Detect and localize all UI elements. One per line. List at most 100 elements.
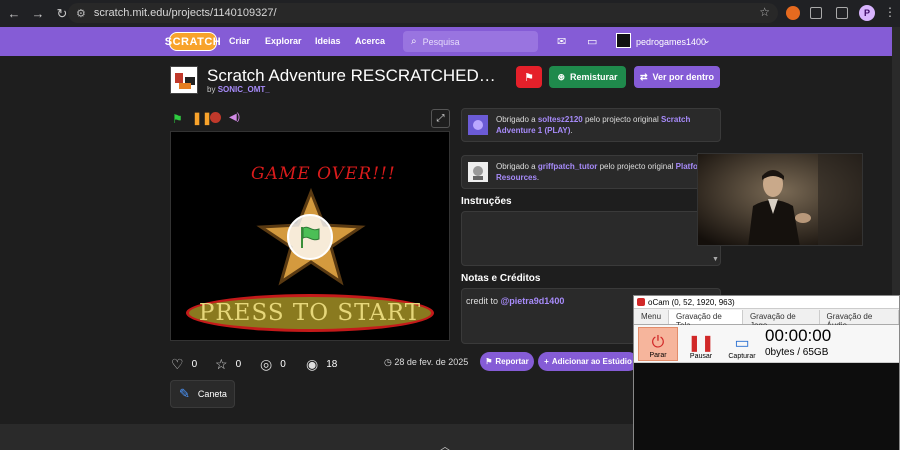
profile-avatar[interactable]: P — [859, 5, 875, 21]
site-info-icon[interactable]: ⚙ — [76, 7, 86, 20]
ocam-logo-icon — [637, 298, 645, 306]
remixes-count: 0 — [280, 359, 286, 370]
nav-explore[interactable]: Explorar — [265, 36, 302, 46]
search-input[interactable] — [422, 36, 523, 47]
url-text: scratch.mit.edu/projects/1140109327/ — [93, 7, 277, 19]
start-flag-overlay[interactable] — [287, 214, 333, 260]
see-inside-icon: ⇄ — [639, 71, 648, 82]
video-frame — [698, 154, 862, 245]
nav-create[interactable]: Criar — [229, 36, 250, 46]
green-flag-big-icon — [301, 226, 320, 248]
eye-icon: ◉ — [306, 356, 319, 372]
monitor-capture-icon: ▭ — [734, 335, 750, 352]
credit-item: Obrigado a soltesz2120 pelo projecto ori… — [461, 108, 721, 142]
ocam-timer: 00:00:00 — [765, 326, 832, 345]
browser-toolbar: ← → ↻ ⚙ scratch.mit.edu/projects/1140109… — [0, 0, 900, 27]
scratch-logo[interactable]: SCRATCH — [165, 32, 221, 51]
ocam-tab-game[interactable]: Gravação de Jogo — [743, 310, 820, 330]
ocam-titlebar[interactable]: oCam (0, 52, 1920, 963) — [634, 296, 899, 309]
credit-text: Obrigado a soltesz2120 pelo projecto ori… — [496, 114, 720, 136]
ocam-pause-button[interactable]: ❚❚ Pausar — [681, 327, 721, 361]
report-icon: ⚑ — [485, 357, 493, 366]
heart-icon: ♡ — [171, 356, 184, 372]
notes-text: credit to @pietra9d1400 — [466, 296, 564, 306]
scroll-down-icon[interactable]: ▼ — [712, 256, 719, 263]
instructions-title: Instruções — [461, 196, 512, 207]
fullscreen-icon[interactable]: ⤢ — [431, 109, 450, 128]
ocam-tab-menu[interactable]: Menu — [634, 310, 670, 324]
credit-middle: pelo projecto original — [597, 162, 676, 171]
project-title: Scratch Adventure RESCRATCHED… — [207, 66, 496, 85]
credit-user-link[interactable]: soltesz2120 — [538, 115, 583, 124]
extension-icon[interactable] — [786, 6, 800, 20]
author-link[interactable]: SONIC_OMT_ — [218, 85, 270, 94]
add-to-studio-button[interactable]: + Adicionar ao Estúdio — [538, 352, 638, 371]
remix-spiral-icon: ◎ — [260, 356, 273, 372]
author-avatar[interactable] — [170, 66, 198, 94]
ocam-pause-label: Pausar — [689, 353, 713, 360]
pause-record-icon: ❚❚ — [687, 335, 715, 352]
see-inside-label: Ver por dentro — [652, 72, 715, 82]
nav-ideas[interactable]: Ideias — [315, 36, 341, 46]
ocam-capture-button[interactable]: ▭ Capturar — [722, 327, 762, 361]
credit-text: Obrigado a griffpatch_tutor pelo project… — [496, 161, 720, 183]
search-box[interactable]: ⌕ — [403, 31, 538, 52]
star-icon: ☆ — [215, 356, 228, 372]
project-stage[interactable]: GAME OVER!!! PRESS TO START — [170, 131, 450, 341]
report-flag-button[interactable]: ⚑ — [516, 66, 542, 88]
my-stuff-folder-icon[interactable]: ▭ — [587, 35, 597, 48]
credit-user-link[interactable]: griffpatch_tutor — [538, 162, 598, 171]
messages-icon[interactable]: ✉ — [557, 35, 566, 48]
credit-item: Obrigado a griffpatch_tutor pelo project… — [461, 155, 721, 189]
press-to-start-text: PRESS TO START — [186, 294, 434, 332]
ocam-capture-label: Capturar — [728, 353, 756, 360]
remix-icon: ⊛ — [557, 71, 565, 82]
chevron-down-icon[interactable]: ⌄ — [703, 35, 711, 46]
ocam-controls: ⏻ Parar ❚❚ Pausar ▭ Capturar 00:00:00 0b… — [634, 325, 899, 363]
report-label: Reportar — [495, 357, 529, 366]
game-over-text: GAME OVER!!! — [251, 164, 396, 184]
extensions-puzzle-icon[interactable] — [810, 7, 822, 19]
user-avatar[interactable] — [616, 33, 631, 48]
nav-about[interactable]: Acerca — [355, 36, 385, 46]
ocam-stop-button[interactable]: ⏻ Parar — [638, 327, 678, 361]
ocam-preview-area — [634, 363, 899, 450]
loves-stat[interactable]: ♡ 0 — [171, 356, 197, 373]
username[interactable]: pedrogames1400 — [636, 37, 706, 47]
bookmark-star-icon[interactable]: ☆ — [759, 5, 770, 19]
ocam-tabs: Menu Gravação de Tela Gravação de Jogo G… — [634, 310, 899, 330]
ocam-tab-screen[interactable]: Gravação de Tela — [669, 310, 743, 330]
credit-prefix: Obrigado a — [496, 115, 538, 124]
sidebar-icon[interactable] — [836, 7, 848, 19]
address-bar[interactable]: ⚙ scratch.mit.edu/projects/1140109327/ ☆ — [68, 3, 778, 23]
plus-icon: + — [544, 357, 549, 366]
date-text: 28 de fev. de 2025 — [394, 357, 469, 367]
green-flag-icon[interactable]: ⚑ — [172, 112, 183, 126]
search-icon: ⌕ — [411, 36, 417, 47]
credit-middle: pelo projecto original — [582, 115, 662, 124]
stop-icon[interactable] — [210, 112, 221, 123]
see-inside-button[interactable]: ⇄ Ver por dentro — [634, 66, 720, 88]
chevron-up-icon[interactable]: ︿ — [440, 438, 450, 450]
share-date: ◷ 28 de fev. de 2025 — [384, 357, 468, 368]
notes-mention-link[interactable]: @pietra9d1400 — [501, 296, 565, 306]
by-prefix: by — [207, 85, 216, 94]
add-to-studio-label: Adicionar ao Estúdio — [551, 357, 632, 366]
credit-prefix: Obrigado a — [496, 162, 538, 171]
back-icon[interactable]: ← — [4, 4, 24, 24]
credit-suffix: . — [536, 173, 540, 182]
notes-content: credit to — [466, 296, 501, 306]
favorites-stat[interactable]: ☆ 0 — [215, 356, 241, 373]
remix-label: Remisturar — [570, 72, 618, 82]
sound-icon[interactable]: ◀) — [229, 112, 240, 123]
video-overlay[interactable] — [697, 153, 863, 246]
credit-thumbnail[interactable] — [468, 115, 488, 135]
browser-menu-icon[interactable]: ⋮ — [884, 5, 896, 19]
instructions-box[interactable] — [461, 211, 721, 266]
report-button[interactable]: ⚑ Reportar — [480, 352, 534, 371]
ocam-tab-audio[interactable]: Gravação de Áudio — [820, 310, 899, 330]
ocam-window[interactable]: oCam (0, 52, 1920, 963) Menu Gravação de… — [633, 295, 900, 450]
remix-button[interactable]: ⊛ Remisturar — [549, 66, 626, 88]
forward-icon[interactable]: → — [28, 4, 48, 24]
credit-thumbnail[interactable] — [468, 162, 488, 182]
